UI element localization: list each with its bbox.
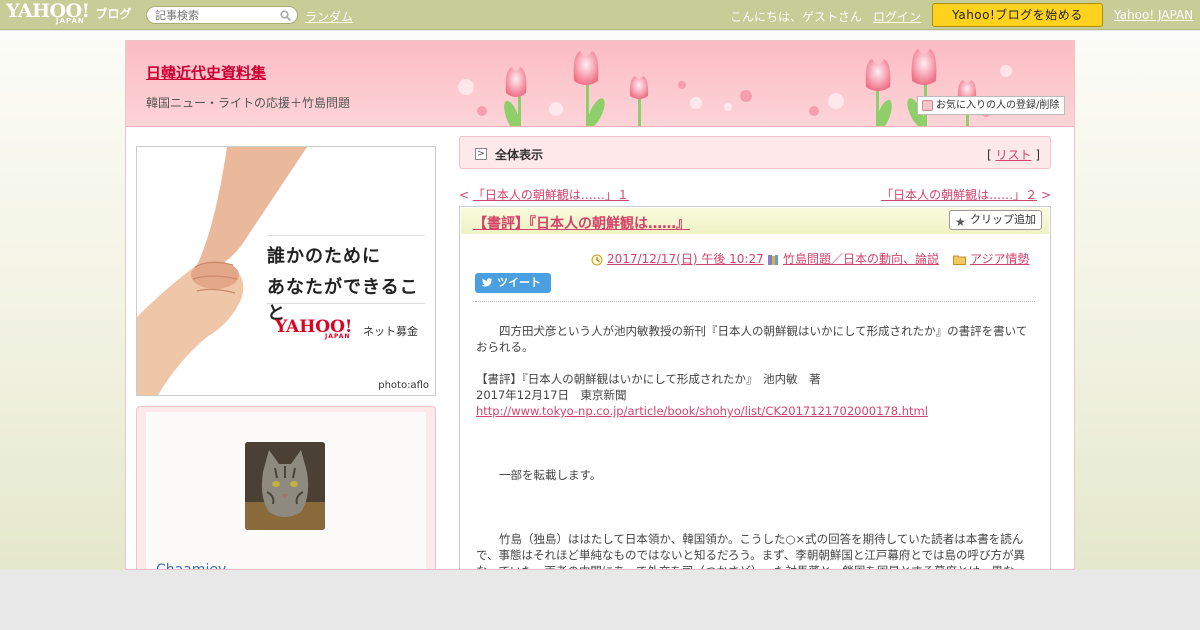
blog-header: 日韓近代史資料集 韓国ニュー・ライトの応援＋竹島問題 お気に入りの人の登録/削除 xyxy=(126,41,1074,127)
yahoo-logo-blog: ブログ xyxy=(95,7,132,21)
article-search-box xyxy=(146,6,298,24)
random-link[interactable]: ランダム xyxy=(305,8,353,25)
next-article-title: 「日本人の朝鮮観は‥‥‥」２ xyxy=(881,188,1038,202)
list-link[interactable]: リスト xyxy=(995,148,1031,162)
book-icon xyxy=(768,254,778,265)
article-cite-url[interactable]: http://www.tokyo-np.co.jp/article/book/s… xyxy=(476,404,928,418)
blog-description: 韓国ニュー・ライトの応援＋竹島問題 xyxy=(146,96,351,110)
ad-photo-credit: photo:aflo xyxy=(378,380,429,391)
next-article-link[interactable]: 「日本人の朝鮮観は‥‥‥」２ > xyxy=(881,186,1051,203)
clock-icon xyxy=(591,254,603,265)
article-cite-title: 【書評】『日本人の朝鮮観はいかにして形成されたか』 池内敏 著 xyxy=(476,372,821,386)
ad-copy-line1: 誰かのために xyxy=(267,246,381,267)
article-paragraph-quote: 竹島（独島）ははたして日本領か、韓国領か。こうした○×式の回答を期待していた読者… xyxy=(476,532,1026,569)
all-view-arrow-icon[interactable]: > xyxy=(475,148,487,160)
article-category-link[interactable]: 竹島問題／日本の動向、論説 xyxy=(767,250,939,267)
article-body: 四方田犬彦という人が池内敏教授の新刊『日本人の朝鮮観はいかにして形成されたか』の… xyxy=(476,323,1032,569)
main-content: > 全体表示 [ リスト ] < 「日本人の朝鮮観は‥‥‥」１ 「日本人の朝鮮観… xyxy=(459,136,1051,569)
favorite-icon xyxy=(922,100,933,111)
twitter-bird-icon xyxy=(481,278,493,287)
cat-avatar-icon xyxy=(245,442,325,530)
page-footer-area xyxy=(0,570,1200,630)
clip-add-button[interactable]: ★ クリップ追加 xyxy=(949,210,1042,230)
ad-yahoo-logo-japan: JAPAN xyxy=(325,333,351,340)
article-folder-link[interactable]: アジア情勢 xyxy=(953,250,1030,267)
article-date-link[interactable]: 2017/12/17(日) 午後 10:27 xyxy=(591,250,764,267)
all-view-bar: > 全体表示 [ リスト ] xyxy=(459,136,1051,169)
sidebar: 誰かのために あなたができること YAHOO! JAPAN ネット募金 phot… xyxy=(136,146,436,569)
yahoo-donation-ad[interactable]: 誰かのために あなたができること YAHOO! JAPAN ネット募金 phot… xyxy=(136,146,436,396)
yahoo-blog-logo[interactable]: YAHOO! JAPAN ブログ xyxy=(6,2,132,27)
favorite-register-label: お気に入りの人の登録/削除 xyxy=(936,100,1060,111)
tweet-label: ツイート xyxy=(497,276,541,289)
all-view-label[interactable]: 全体表示 xyxy=(495,146,543,163)
avatar[interactable] xyxy=(245,442,325,530)
article-search-input[interactable] xyxy=(155,9,275,22)
article-title[interactable]: 【書評】『日本人の朝鮮観は‥‥‥』 xyxy=(473,213,690,233)
article-divider xyxy=(475,301,1035,302)
prev-article-title: 「日本人の朝鮮観は‥‥‥」１ xyxy=(472,188,629,202)
blog-title-link[interactable]: 日韓近代史資料集 xyxy=(146,62,266,83)
profile-username[interactable]: Chaamiey xyxy=(156,562,226,569)
ad-divider-top xyxy=(267,235,425,236)
ad-service-name: ネット募金 xyxy=(363,325,418,338)
profile-box: Chaamiey xyxy=(136,406,436,569)
prev-article-link[interactable]: < 「日本人の朝鮮観は‥‥‥」１ xyxy=(459,186,629,203)
yahoo-japan-link[interactable]: Yahoo! JAPAN xyxy=(1114,8,1193,22)
start-blog-button[interactable]: Yahoo!ブログを始める xyxy=(932,3,1103,27)
article-cite-source: 2017年12月17日 東京新聞 xyxy=(476,388,627,402)
global-topbar: YAHOO! JAPAN ブログ ランダム こんにちは、ゲストさん ログイン Y… xyxy=(0,0,1200,30)
search-icon[interactable] xyxy=(280,10,291,21)
blog-container: 日韓近代史資料集 韓国ニュー・ライトの応援＋竹島問題 お気に入りの人の登録/削除… xyxy=(125,40,1075,570)
article-paragraph-intro: 四方田犬彦という人が池内敏教授の新刊『日本人の朝鮮観はいかにして形成されたか』の… xyxy=(476,324,1028,354)
article-folder: アジア情勢 xyxy=(970,252,1030,266)
article-date: 2017/12/17(日) 午後 10:27 xyxy=(607,252,764,266)
favorite-register-button[interactable]: お気に入りの人の登録/削除 xyxy=(917,96,1065,115)
list-link-wrapper: [ リスト ] xyxy=(986,148,1040,162)
folder-icon xyxy=(953,255,966,265)
clip-add-label: クリップ追加 xyxy=(970,213,1036,226)
profile-inner: Chaamiey xyxy=(146,412,426,569)
login-link[interactable]: ログイン xyxy=(873,8,921,25)
article-header: 【書評】『日本人の朝鮮観は‥‥‥』 ★ クリップ追加 xyxy=(461,208,1049,234)
handshake-illustration xyxy=(137,147,307,395)
article-paragraph-quote-intro: 一部を転載します。 xyxy=(476,468,602,482)
article: 【書評】『日本人の朝鮮観は‥‥‥』 ★ クリップ追加 2017/12/17(日)… xyxy=(459,206,1051,569)
yahoo-logo-japan: JAPAN xyxy=(56,17,85,25)
tweet-button[interactable]: ツイート xyxy=(475,273,551,293)
article-category: 竹島問題／日本の動向、論説 xyxy=(783,252,940,266)
ad-divider-bottom xyxy=(267,303,425,304)
star-icon: ★ xyxy=(955,215,966,229)
guest-greeting: こんにちは、ゲストさん xyxy=(730,10,863,24)
